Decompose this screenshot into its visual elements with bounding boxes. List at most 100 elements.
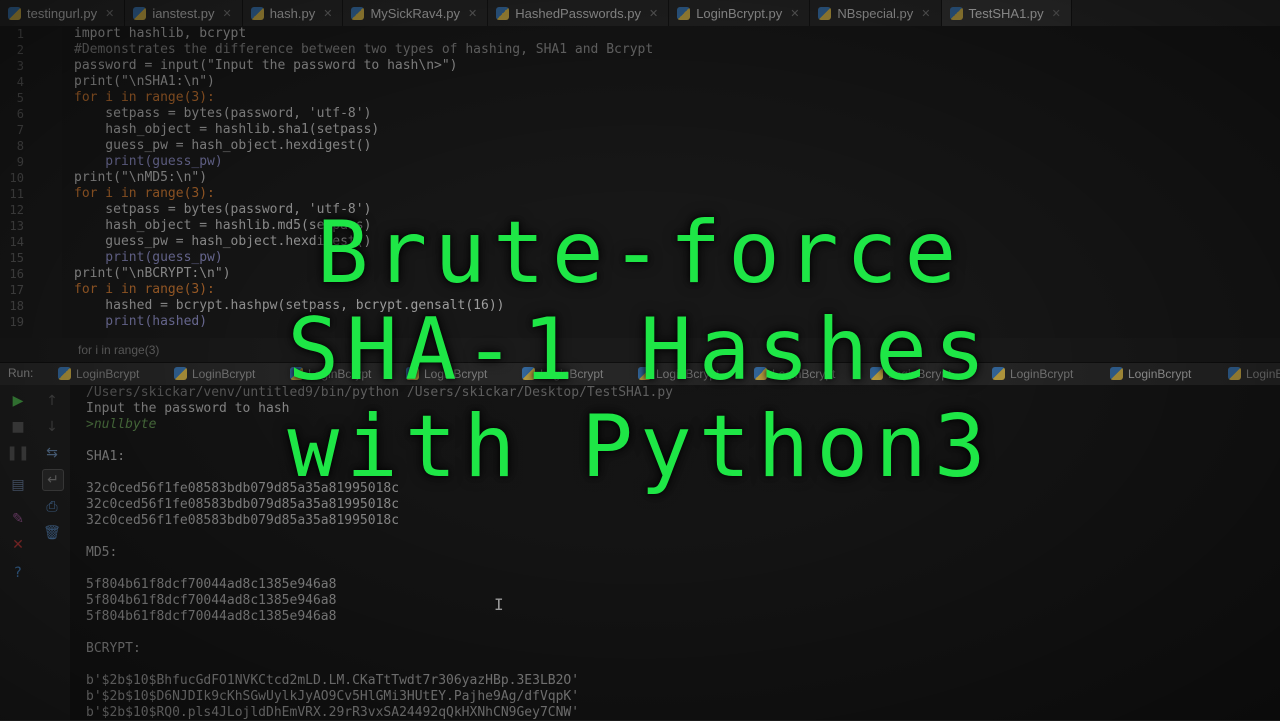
code-text: for i in range(3):: [74, 90, 215, 105]
tab-loginbcrypt[interactable]: LoginBcrypt.py ✕: [669, 0, 811, 26]
run-console-output[interactable]: /Users/skickar/venv/untitled9/bin/python…: [70, 385, 1280, 720]
run-tab-label: LoginBcrypt: [540, 367, 604, 381]
line-number: 19: [9, 315, 24, 329]
python-file-icon: [949, 6, 963, 20]
run-tab-label: LoginBcrypt: [888, 367, 952, 381]
line-number: 9: [16, 155, 24, 169]
code-editor[interactable]: 1 import hashlib, bcrypt 2 #Demonstrates t…: [0, 26, 1280, 362]
play-icon[interactable]: ▶: [8, 391, 28, 411]
close-tab-icon[interactable]: ✕: [105, 7, 114, 20]
tab-nbspecial[interactable]: NBspecial.py ✕: [810, 0, 942, 26]
code-text: print("\nBCRYPT:\n"): [74, 266, 231, 281]
run-tab-loginbcrypt[interactable]: LoginBcrypt: [172, 363, 255, 385]
python-file-icon: [58, 367, 71, 380]
tab-label: testingurl.py: [27, 5, 98, 21]
tab-label: LoginBcrypt.py: [696, 5, 783, 21]
console-hash-line: b'$2b$10$BhfucGdFO1NVKCtcd2mLD.LM.CKaTtT…: [86, 673, 580, 688]
run-tab-label: LoginBcrypt: [308, 367, 372, 381]
code-text: for i in range(3):: [74, 186, 215, 201]
python-file-icon: [870, 367, 883, 380]
console-hash-line: b'$2b$10$RQ0.pls4JLojldDhEmVRX.29rR3vxSA…: [86, 705, 580, 720]
close-tab-icon[interactable]: ✕: [222, 7, 231, 20]
line-number: 2: [16, 43, 24, 57]
code-text: password = input("Input the password to …: [74, 58, 458, 73]
tab-mysickrav4[interactable]: MySickRav4.py ✕: [343, 0, 489, 26]
help-icon[interactable]: ?: [8, 563, 28, 583]
console-hash-line: 32c0ced56f1fe08583bdb079d85a35a81995018c: [86, 481, 400, 496]
console-bcrypt-label: BCRYPT:: [86, 641, 141, 656]
pin-icon[interactable]: ✎: [8, 509, 28, 529]
trash-icon[interactable]: 🗑: [42, 523, 62, 543]
code-text: guess_pw = hash_object.hexdigest(): [74, 234, 372, 249]
run-tab-loginbcrypt[interactable]: LoginBcrypt: [56, 363, 139, 385]
run-tab-loginbcrypt[interactable]: LoginBcrypt: [520, 363, 603, 385]
close-icon[interactable]: ✕: [8, 535, 28, 555]
line-number: 10: [9, 171, 24, 185]
tab-hash[interactable]: hash.py ✕: [243, 0, 344, 26]
line-number: 7: [16, 123, 24, 137]
close-tab-icon[interactable]: ✕: [1052, 7, 1061, 20]
line-number: 5: [16, 91, 24, 105]
code-text: setpass = bytes(password, 'utf-8'): [74, 106, 372, 121]
code-text: print(hashed): [74, 314, 208, 329]
code-text: hash_object = hashlib.sha1(setpass): [74, 122, 380, 137]
console-sha1-label: SHA1:: [86, 449, 126, 464]
python-file-icon: [351, 6, 365, 20]
close-tab-icon[interactable]: ✕: [790, 7, 799, 20]
line-number: 13: [9, 219, 24, 233]
rerun-icon[interactable]: ⇆: [42, 443, 62, 463]
stop-icon[interactable]: ■: [8, 417, 28, 437]
close-tab-icon[interactable]: ✕: [323, 7, 332, 20]
run-tab-loginbcrypt[interactable]: LoginBcrypt: [288, 363, 371, 385]
close-tab-icon[interactable]: ✕: [649, 7, 658, 20]
code-text: for i in range(3):: [74, 282, 215, 297]
pause-icon[interactable]: ❚❚: [6, 443, 29, 463]
console-user-input: >nullbyte: [86, 417, 157, 432]
run-tab-loginbcrypt[interactable]: LoginBcrypt: [1226, 363, 1280, 385]
print-icon[interactable]: ⎙: [42, 497, 62, 517]
code-breadcrumb[interactable]: for i in range(3): [0, 338, 1280, 362]
run-tab-loginbcrypt[interactable]: LoginBcrypt: [868, 363, 951, 385]
run-tool-window-header: Run: LoginBcrypt LoginBcrypt LoginBcrypt…: [0, 362, 1280, 386]
run-tab-loginbcrypt[interactable]: LoginBcrypt: [1108, 363, 1191, 385]
close-tab-icon[interactable]: ✕: [468, 7, 477, 20]
console-hash-line: 5f804b61f8dcf70044ad8c1385e946a8: [86, 577, 337, 592]
line-number: 8: [16, 139, 24, 153]
python-file-icon: [522, 367, 535, 380]
line-number: 16: [9, 267, 24, 281]
run-tab-label: LoginBcrypt: [76, 367, 140, 381]
python-file-icon: [1228, 367, 1241, 380]
console-md5-label: MD5:: [86, 545, 118, 560]
python-file-icon: [818, 6, 832, 20]
console-command: /Users/skickar/venv/untitled9/bin/python…: [86, 385, 673, 400]
line-number: 11: [9, 187, 24, 201]
run-tab-label: LoginBcrypt: [1010, 367, 1074, 381]
python-file-icon: [677, 6, 691, 20]
run-tab-loginbcrypt[interactable]: LoginBcrypt: [752, 363, 835, 385]
code-text: print(guess_pw): [74, 154, 223, 169]
tab-hashedpasswords[interactable]: HashedPasswords.py ✕: [488, 0, 670, 26]
line-number: 17: [9, 283, 24, 297]
console-prompt: Input the password to hash: [86, 401, 290, 416]
layout-icon[interactable]: ▤: [8, 475, 28, 495]
arrow-up-icon[interactable]: ↑: [42, 391, 62, 411]
soft-wrap-icon[interactable]: ↵: [42, 469, 64, 491]
arrow-down-icon[interactable]: ↓: [42, 417, 62, 437]
run-tab-loginbcrypt[interactable]: LoginBcrypt: [636, 363, 719, 385]
code-text: print(guess_pw): [74, 250, 223, 265]
tab-ianstest[interactable]: ianstest.py ✕: [125, 0, 243, 26]
python-file-icon: [174, 367, 187, 380]
code-text: hashed = bcrypt.hashpw(setpass, bcrypt.g…: [74, 298, 505, 313]
console-hash-line: 32c0ced56f1fe08583bdb079d85a35a81995018c: [86, 497, 400, 512]
close-tab-icon[interactable]: ✕: [921, 7, 930, 20]
tab-label: ianstest.py: [152, 5, 215, 21]
run-tab-label: LoginBcrypt: [1128, 367, 1192, 381]
line-number: 4: [16, 75, 24, 89]
run-tab-loginbcrypt[interactable]: LoginBcrypt: [404, 363, 487, 385]
tab-testingurl[interactable]: testingurl.py ✕: [0, 0, 126, 26]
run-tab-label: LoginBcrypt: [424, 367, 488, 381]
tab-testsha1[interactable]: TestSHA1.py ✕: [941, 0, 1072, 26]
run-tab-loginbcrypt[interactable]: LoginBcrypt: [990, 363, 1073, 385]
line-number: 14: [9, 235, 24, 249]
run-label: Run:: [8, 366, 34, 380]
